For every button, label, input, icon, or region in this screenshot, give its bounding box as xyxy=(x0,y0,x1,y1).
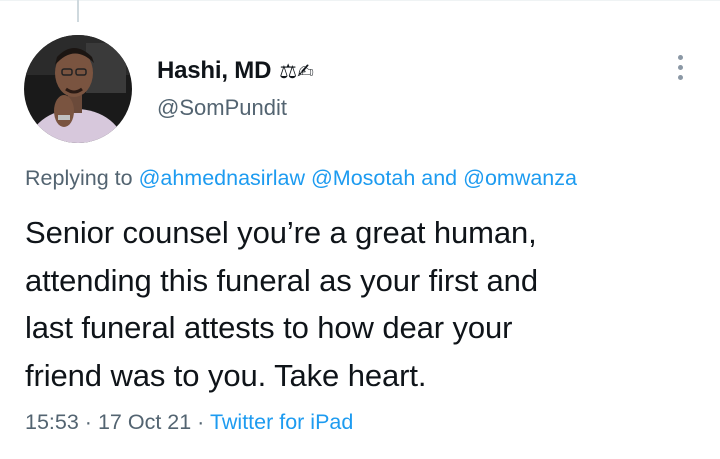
tweet-source-link[interactable]: Twitter for iPad xyxy=(210,410,353,434)
tweet-text: Senior counsel you’re a great human, att… xyxy=(25,209,695,399)
tweet-text-line: friend was to you. Take heart. xyxy=(25,357,427,393)
meta-separator: · xyxy=(197,410,205,434)
reply-mention-link[interactable]: @ahmednasirlaw xyxy=(139,166,305,190)
more-vertical-icon-dot xyxy=(677,64,683,70)
thread-connector-line xyxy=(77,0,79,22)
author-name-emojis: ⚖✍ xyxy=(279,59,314,83)
tweet-metadata: 15:53 · 17 Oct 21 · Twitter for iPad xyxy=(25,410,353,435)
meta-separator: · xyxy=(84,410,92,434)
reply-mention-link[interactable]: @omwanza xyxy=(463,166,577,190)
more-options-button[interactable] xyxy=(668,50,692,84)
reply-mention-conjunction: and xyxy=(421,166,458,190)
reply-mention-link[interactable]: @Mosotah xyxy=(311,166,415,190)
tweet-time[interactable]: 15:53 xyxy=(25,410,79,434)
replying-to-line: Replying to @ahmednasirlaw @Mosotah and … xyxy=(25,166,577,191)
avatar[interactable] xyxy=(24,35,132,143)
author-handle[interactable]: @SomPundit xyxy=(157,95,287,121)
top-divider xyxy=(0,0,720,1)
tweet-text-line: Senior counsel you’re a great human, xyxy=(25,215,537,250)
author-name-row[interactable]: Hashi, MD ⚖✍ xyxy=(157,56,314,86)
more-vertical-icon xyxy=(677,54,683,60)
tweet-text-line: last funeral attests to how dear your xyxy=(25,310,513,345)
tweet-text-line: attending this funeral as your first and xyxy=(25,262,538,298)
more-vertical-icon-dot xyxy=(677,74,683,80)
replying-to-label: Replying to xyxy=(25,166,133,190)
author-display-name[interactable]: Hashi, MD xyxy=(157,57,271,85)
tweet-date[interactable]: 17 Oct 21 xyxy=(98,410,191,434)
avatar-image xyxy=(24,35,132,143)
